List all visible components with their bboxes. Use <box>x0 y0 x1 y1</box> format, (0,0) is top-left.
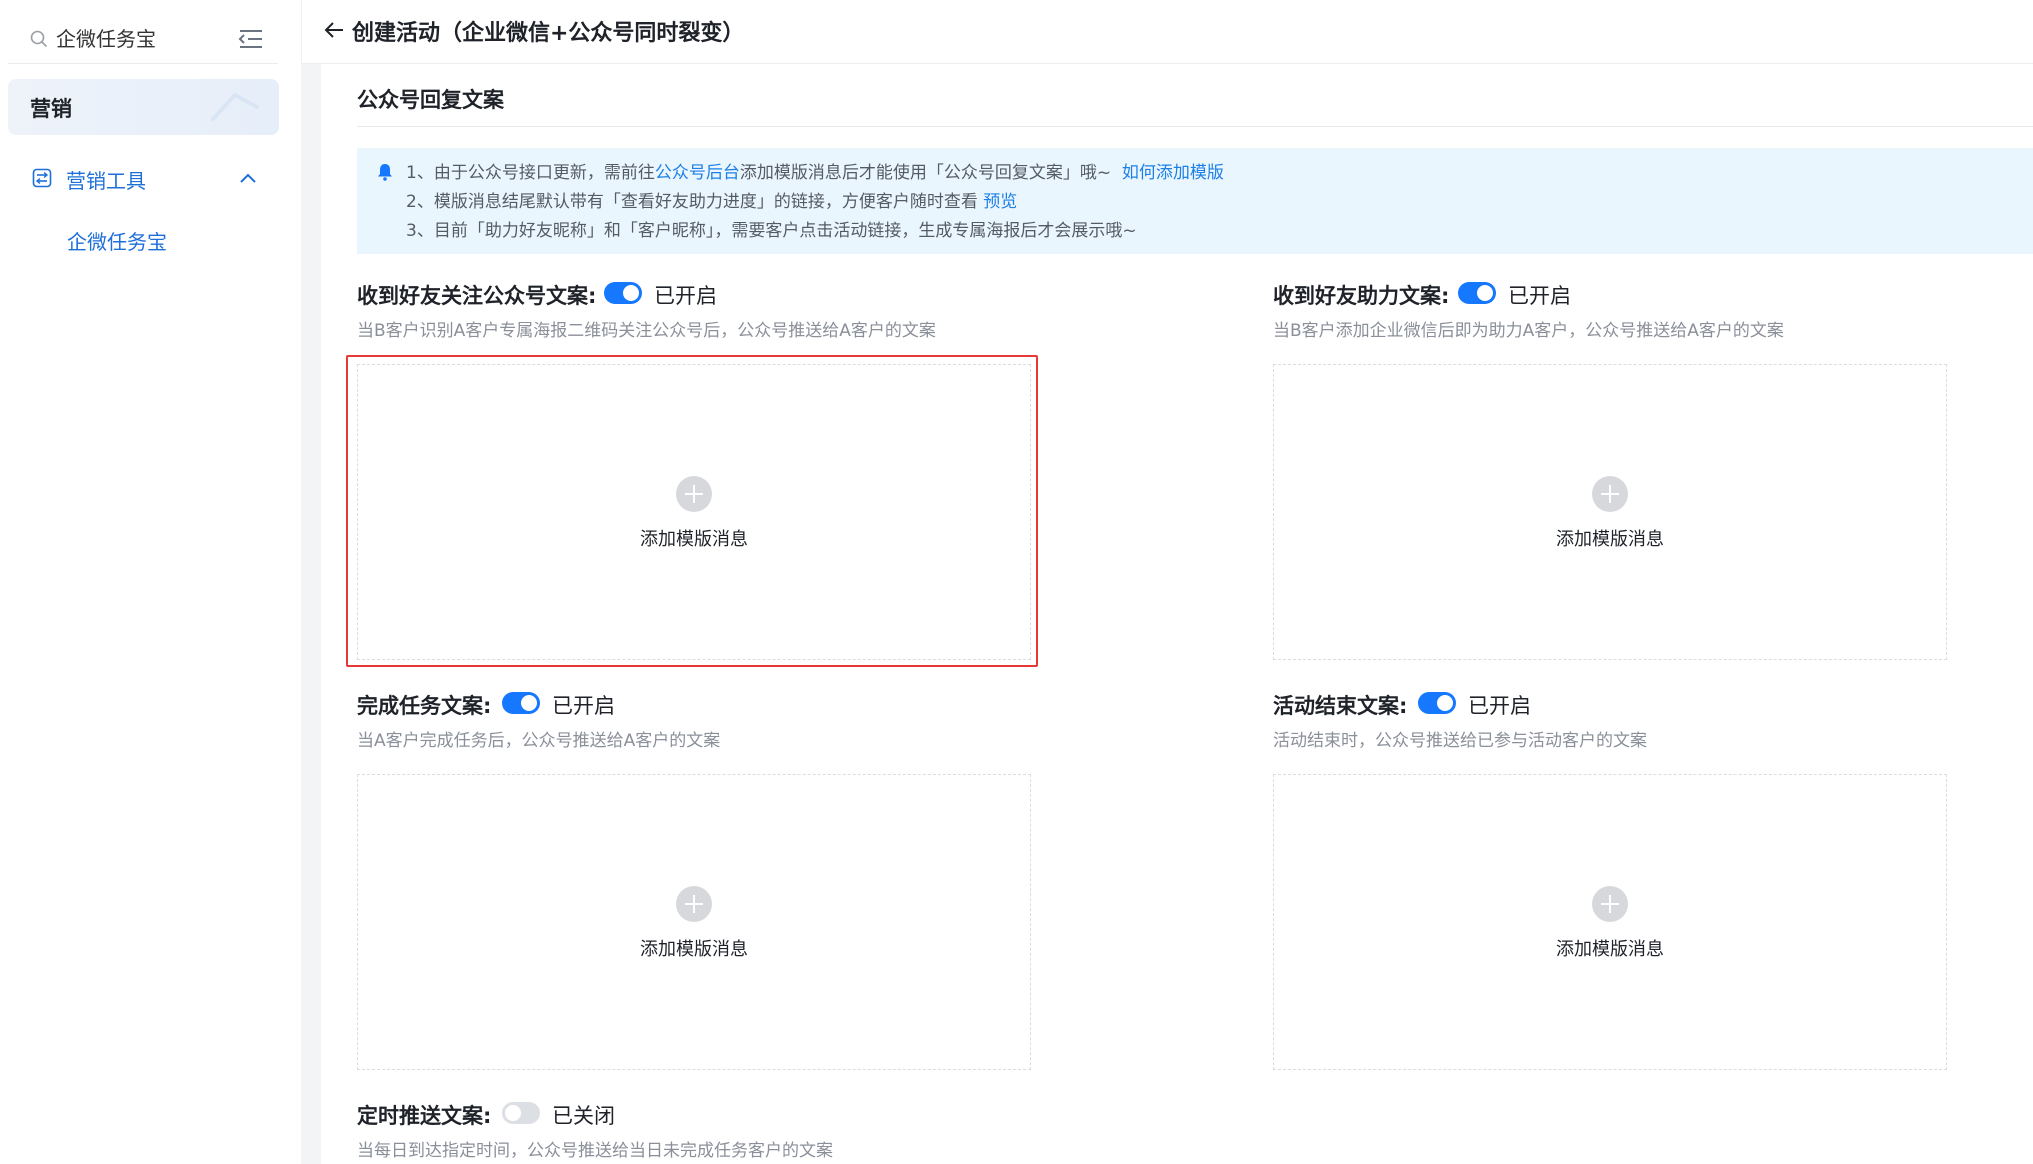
plus-circle-icon <box>676 476 712 512</box>
tools-icon <box>32 168 52 188</box>
chevron-up-icon[interactable] <box>239 170 257 184</box>
plus-circle-icon <box>1592 476 1628 512</box>
block-title: 收到好友助力文案: <box>1273 284 1450 308</box>
activity-end-toggle[interactable] <box>1418 692 1456 714</box>
notice-line-3: 3、目前「助力好友昵称」和「客户昵称」，需要客户点击活动链接，生成专属海报后才会… <box>406 221 1137 241</box>
add-template-upload[interactable]: 添加模版消息 <box>1273 774 1947 1070</box>
block-title: 定时推送文案: <box>357 1104 492 1128</box>
notice-text: 2、模版消息结尾默认带有「查看好友助力进度」的链接，方便客户随时查看 <box>406 192 978 212</box>
notice-box: 1、由于公众号接口更新，需前往公众号后台添加模版消息后才能使用「公众号回复文案」… <box>357 148 2033 254</box>
block-title: 活动结束文案: <box>1273 694 1408 718</box>
search-input[interactable] <box>56 25 206 53</box>
toggle-status: 已开启 <box>1508 284 1571 308</box>
arrow-left-icon[interactable] <box>322 18 346 42</box>
menu-collapse-icon[interactable] <box>238 28 264 50</box>
how-to-add-template-link[interactable]: 如何添加模版 <box>1122 163 1224 183</box>
plus-circle-icon <box>1592 886 1628 922</box>
page-title: 创建活动（企业微信+公众号同时裂变） <box>352 21 745 46</box>
section-title: 公众号回复文案 <box>357 88 504 112</box>
notice-line-2: 2、模版消息结尾默认带有「查看好友助力进度」的链接，方便客户随时查看 预览 <box>406 187 1017 212</box>
block-title: 完成任务文案: <box>357 694 492 718</box>
sidebar-item-label: 营销 <box>30 97 72 121</box>
page-header: 创建活动（企业微信+公众号同时裂变） <box>302 0 2033 64</box>
scheduled-push-toggle[interactable] <box>502 1102 540 1124</box>
sidebar-group-label: 营销工具 <box>66 169 146 193</box>
toggle-status: 已关闭 <box>552 1104 615 1128</box>
section-divider <box>357 126 2033 127</box>
block-description: 当B客户添加企业微信后即为助力A客户，公众号推送给A客户的文案 <box>1273 321 1784 341</box>
sidebar-item-marketing[interactable]: 营销 <box>8 79 279 135</box>
upload-label: 添加模版消息 <box>640 529 748 550</box>
main-content: 公众号回复文案 1、由于公众号接口更新，需前往公众号后台添加模版消息后才能使用「… <box>321 64 2033 1164</box>
sidebar-group-marketing-tools[interactable]: 营销工具 <box>8 154 279 202</box>
sidebar-item-task-treasure[interactable]: 企微任务宝 <box>67 226 167 255</box>
add-template-upload[interactable]: 添加模版消息 <box>1273 364 1947 660</box>
add-template-upload[interactable]: 添加模版消息 <box>357 774 1031 1070</box>
content-gutter <box>301 64 321 1164</box>
notice-line-1: 1、由于公众号接口更新，需前往公众号后台添加模版消息后才能使用「公众号回复文案」… <box>406 158 1224 183</box>
decorative-bg-icon <box>205 85 265 129</box>
upload-label: 添加模版消息 <box>1556 529 1664 550</box>
toggle-status: 已开启 <box>654 284 717 308</box>
upload-label: 添加模版消息 <box>1556 939 1664 960</box>
sidebar-search <box>8 14 278 64</box>
upload-label: 添加模版消息 <box>640 939 748 960</box>
bell-icon <box>377 163 393 181</box>
plus-circle-icon <box>676 886 712 922</box>
block-description: 当A客户完成任务后，公众号推送给A客户的文案 <box>357 731 721 751</box>
toggle-status: 已开启 <box>552 694 615 718</box>
follow-reply-toggle[interactable] <box>604 282 642 304</box>
block-description: 当每日到达指定时间，公众号推送给当日未完成任务客户的文案 <box>357 1141 833 1161</box>
toggle-status: 已开启 <box>1468 694 1531 718</box>
block-description: 活动结束时，公众号推送给已参与活动客户的文案 <box>1273 731 1647 751</box>
assist-reply-toggle[interactable] <box>1458 282 1496 304</box>
notice-text: 1、由于公众号接口更新，需前往 <box>406 163 655 183</box>
preview-link[interactable]: 预览 <box>983 192 1017 212</box>
add-template-upload[interactable]: 添加模版消息 <box>357 364 1031 660</box>
task-complete-toggle[interactable] <box>502 692 540 714</box>
block-title: 收到好友关注公众号文案: <box>357 284 597 308</box>
sidebar: 营销 营销工具 企微任务宝 <box>0 0 301 1164</box>
search-icon <box>30 30 48 48</box>
block-description: 当B客户识别A客户专属海报二维码关注公众号后，公众号推送给A客户的文案 <box>357 321 936 341</box>
notice-text: 添加模版消息后才能使用「公众号回复文案」哦~ <box>739 163 1112 183</box>
mp-backend-link[interactable]: 公众号后台 <box>655 163 740 183</box>
